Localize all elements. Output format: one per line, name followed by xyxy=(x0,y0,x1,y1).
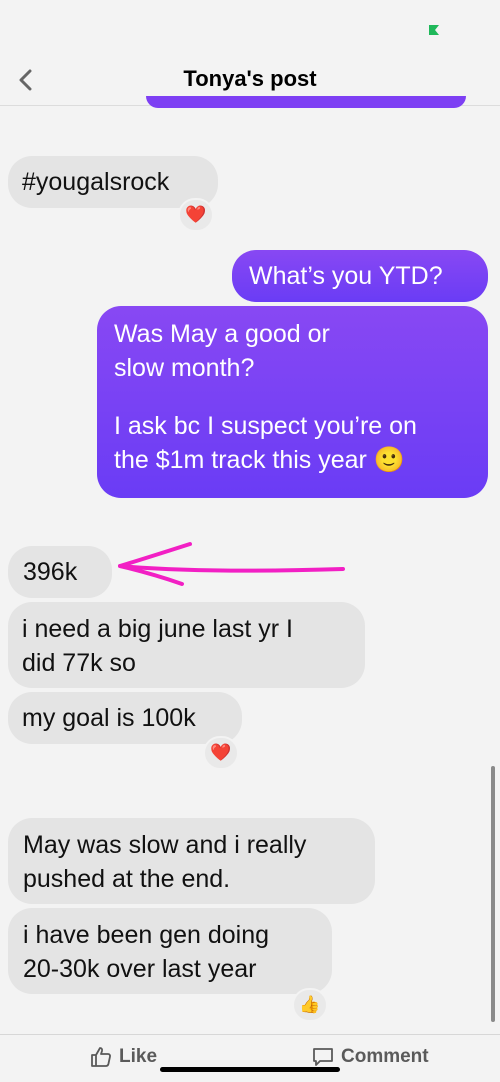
message-text-line: did 77k so xyxy=(22,649,136,677)
like-label: Like xyxy=(119,1046,158,1067)
heart-icon: ❤️ xyxy=(185,205,207,224)
message-text: What’s you YTD? xyxy=(249,262,443,290)
footer-bar: Like Comment xyxy=(0,1034,500,1082)
message-incoming-6[interactable]: i have been gen doing 20-30k over last y… xyxy=(8,908,332,994)
like-button[interactable]: Like xyxy=(89,1045,157,1069)
message-text-line: slow month? xyxy=(114,354,255,382)
scrollbar[interactable] xyxy=(491,766,495,1022)
page-title: Tonya's post xyxy=(183,66,317,91)
speech-bubble-icon xyxy=(313,1048,333,1066)
thumbs-up-icon xyxy=(91,1047,111,1067)
message-text-line: May was slow and i really xyxy=(23,831,307,859)
message-text: my goal is 100k xyxy=(22,704,196,732)
message-text-line: Was May a good or xyxy=(114,320,330,348)
message-incoming-4[interactable]: my goal is 100k xyxy=(8,692,242,744)
reaction-thumbs-up[interactable]: 👍 xyxy=(292,988,328,1022)
message-text-line: i have been gen doing xyxy=(23,921,270,949)
message-incoming-5[interactable]: May was slow and i really pushed at the … xyxy=(8,818,375,904)
message-text: 396k xyxy=(23,558,78,586)
comment-label: Comment xyxy=(341,1046,429,1067)
thumbs-up-reaction-icon: 👍 xyxy=(299,995,321,1014)
reaction-heart-2[interactable]: ❤️ xyxy=(203,736,239,770)
message-text-line: the $1m track this year 🙂 xyxy=(114,446,405,474)
annotation-arrow-icon xyxy=(118,542,345,586)
message-incoming-3[interactable]: i need a big june last yr I did 77k so xyxy=(8,602,365,688)
message-outgoing-1[interactable]: What’s you YTD? xyxy=(232,250,488,302)
heart-icon: ❤️ xyxy=(210,743,232,762)
comment-button[interactable]: Comment xyxy=(311,1045,429,1069)
message-text-line: 20-30k over last year xyxy=(23,955,257,983)
message-text-line: i need a big june last yr I xyxy=(22,615,293,643)
status-indicator-icon xyxy=(429,25,439,35)
message-outgoing-2[interactable]: Was May a good or slow month? I ask bc I… xyxy=(97,306,488,498)
message-text-line: I ask bc I suspect you’re on xyxy=(114,412,417,440)
home-indicator[interactable] xyxy=(160,1067,340,1072)
previous-message-bubble-edge xyxy=(146,96,466,108)
reaction-heart-1[interactable]: ❤️ xyxy=(178,198,214,232)
message-text: #yougalsrock xyxy=(22,168,170,196)
message-text-line: pushed at the end. xyxy=(23,865,231,893)
message-incoming-2[interactable]: 396k xyxy=(8,546,112,598)
